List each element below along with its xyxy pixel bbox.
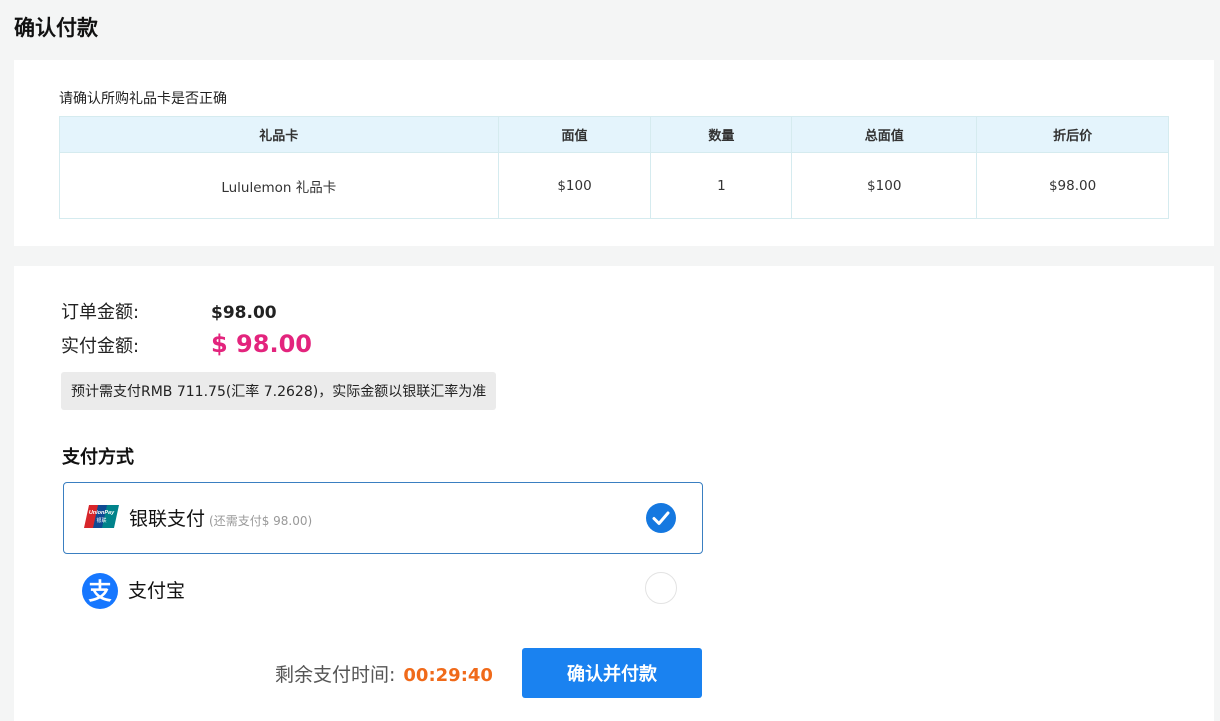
- table-row: Lululemon 礼品卡 $100 1 $100 $98.00: [59, 152, 1169, 219]
- unionpay-icon: UnionPay 银联: [84, 505, 119, 528]
- table-header-giftcard: 礼品卡: [59, 116, 499, 153]
- table-header-face-value: 面值: [497, 116, 652, 153]
- confirm-hint: 请确认所购礼品卡是否正确: [59, 91, 227, 107]
- cell-total-value: $100: [791, 152, 978, 219]
- table-header-total-value: 总面值: [791, 116, 978, 153]
- svg-text:UnionPay: UnionPay: [89, 510, 115, 516]
- payment-timer: 剩余支付时间: 00:29:40: [275, 660, 493, 687]
- payment-card: 订单金额: $98.00 实付金额: $ 98.00 预计需支付RMB 711.75…: [14, 266, 1214, 721]
- svg-text:支: 支: [88, 579, 113, 605]
- payment-option-alipay[interactable]: 支 支付宝: [63, 553, 703, 625]
- cell-face-value: $100: [497, 152, 652, 219]
- exchange-rate-note: 预计需支付RMB 711.75(汇率 7.2628)，实际金额以银联汇率为准: [61, 372, 497, 410]
- timer-label: 剩余支付时间:: [275, 664, 396, 686]
- order-amount-value: $98.00: [211, 303, 277, 323]
- unionpay-name: 银联支付: [129, 508, 206, 530]
- unionpay-radio-checked[interactable]: [646, 503, 676, 533]
- alipay-label: 支付宝: [128, 580, 186, 602]
- gift-card-table: 礼品卡 面值 数量 总面值 折后价 Lululemon 礼品卡 $100 1 $…: [59, 116, 1169, 219]
- gift-card-summary-card: 请确认所购礼品卡是否正确 礼品卡 面值 数量 总面值 折后价 Lululemon…: [14, 60, 1214, 246]
- order-amount-row: 订单金额: $98.00: [61, 298, 277, 324]
- unionpay-remaining: (还需支付$ 98.00): [209, 514, 313, 528]
- page-title: 确认付款: [14, 16, 98, 40]
- payment-method-title: 支付方式: [62, 447, 134, 468]
- paid-amount-row: 实付金额: $ 98.00: [61, 330, 312, 358]
- table-header-quantity: 数量: [650, 116, 793, 153]
- payment-option-unionpay[interactable]: UnionPay 银联 银联支付 (还需支付$ 98.00): [63, 482, 703, 554]
- cell-quantity: 1: [650, 152, 793, 219]
- table-header-row: 礼品卡 面值 数量 总面值 折后价: [59, 116, 1169, 153]
- cell-giftcard-name: Lululemon 礼品卡: [59, 152, 499, 219]
- table-header-discount-price: 折后价: [976, 116, 1169, 153]
- paid-amount-label: 实付金额:: [61, 336, 140, 357]
- cell-discount-price: $98.00: [976, 152, 1169, 219]
- order-amount-label: 订单金额:: [61, 302, 140, 323]
- confirm-pay-button[interactable]: 确认并付款: [522, 648, 702, 698]
- alipay-icon: 支: [82, 573, 118, 609]
- svg-text:银联: 银联: [96, 517, 106, 524]
- paid-amount-value: $ 98.00: [211, 330, 312, 358]
- unionpay-label: 银联支付 (还需支付$ 98.00): [129, 504, 312, 531]
- timer-value: 00:29:40: [403, 665, 493, 686]
- check-icon: [652, 511, 670, 525]
- alipay-radio[interactable]: [645, 572, 677, 604]
